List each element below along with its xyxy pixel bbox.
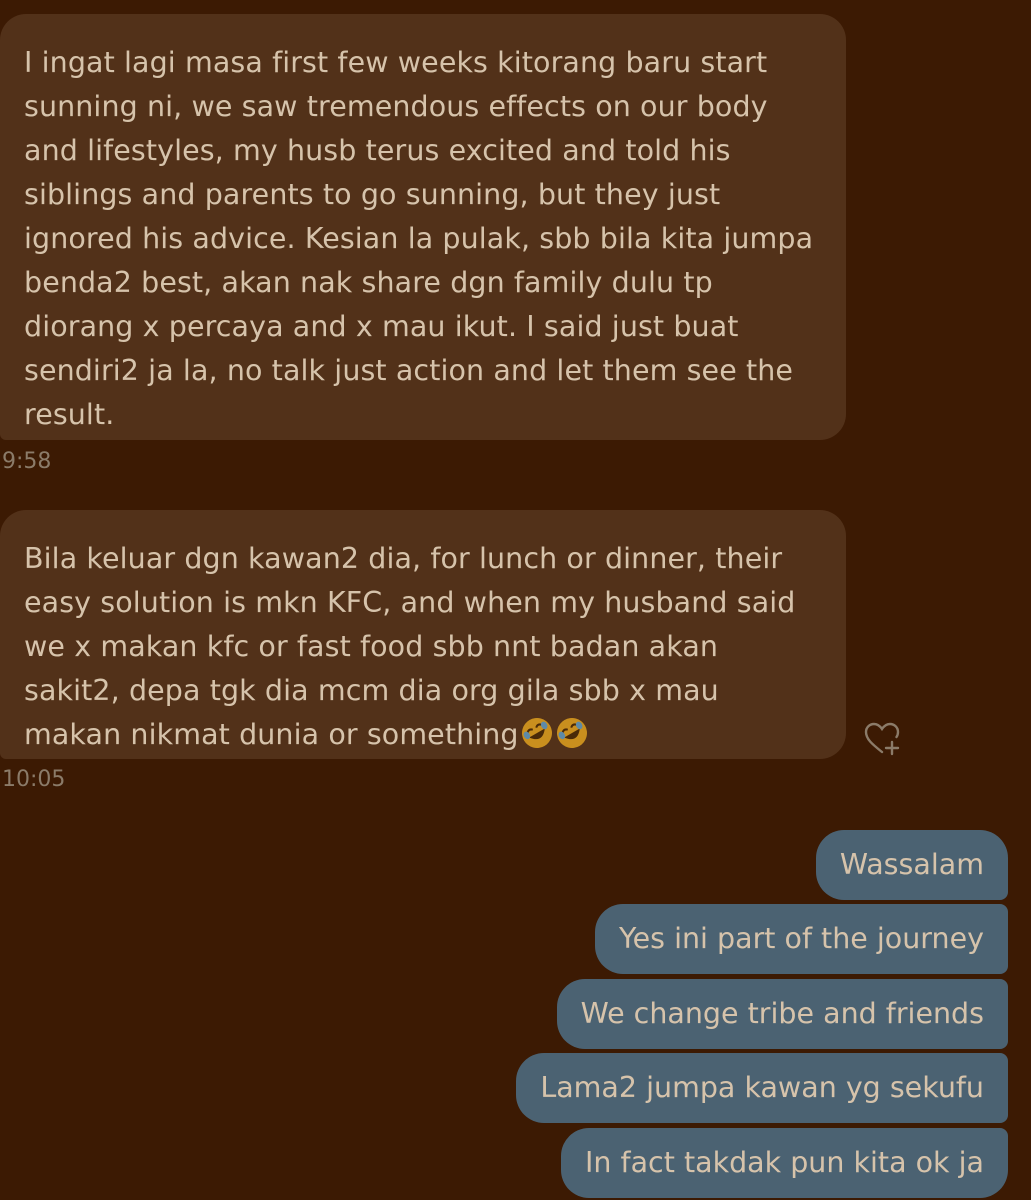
message-timestamp: 9:58 xyxy=(2,449,52,474)
message-text: In fact takdak pun kita ok ja xyxy=(585,1146,984,1179)
message-text: Wassalam xyxy=(839,848,984,881)
message-text: Lama2 jumpa kawan yg sekufu xyxy=(540,1071,984,1104)
received-message-bubble[interactable]: Bila keluar dgn kawan2 dia, for lunch or… xyxy=(0,510,846,759)
message-text: Bila keluar dgn kawan2 dia, for lunch or… xyxy=(24,542,796,751)
rolling-on-floor-laughing-emoji xyxy=(556,718,587,748)
sent-message-bubble[interactable]: In fact takdak pun kita ok ja xyxy=(561,1128,1008,1198)
message-text: Yes ini part of the journey xyxy=(619,922,984,955)
sent-message-bubble[interactable]: We change tribe and friends xyxy=(556,979,1008,1049)
message-text: We change tribe and friends xyxy=(580,997,984,1030)
message-timestamp: 10:05 xyxy=(2,767,66,792)
rolling-on-floor-laughing-emoji xyxy=(521,718,552,748)
sent-message-bubble[interactable]: Lama2 jumpa kawan yg sekufu xyxy=(516,1053,1008,1123)
message-text: I ingat lagi masa first few weeks kitora… xyxy=(24,46,814,431)
received-message-bubble[interactable]: I ingat lagi masa first few weeks kitora… xyxy=(0,14,846,440)
conversation-thread: I ingat lagi masa first few weeks kitora… xyxy=(0,0,1031,1200)
heart-plus-icon[interactable] xyxy=(862,720,902,756)
sent-message-bubble[interactable]: Wassalam xyxy=(815,830,1008,900)
sent-message-bubble[interactable]: Yes ini part of the journey xyxy=(595,904,1008,974)
